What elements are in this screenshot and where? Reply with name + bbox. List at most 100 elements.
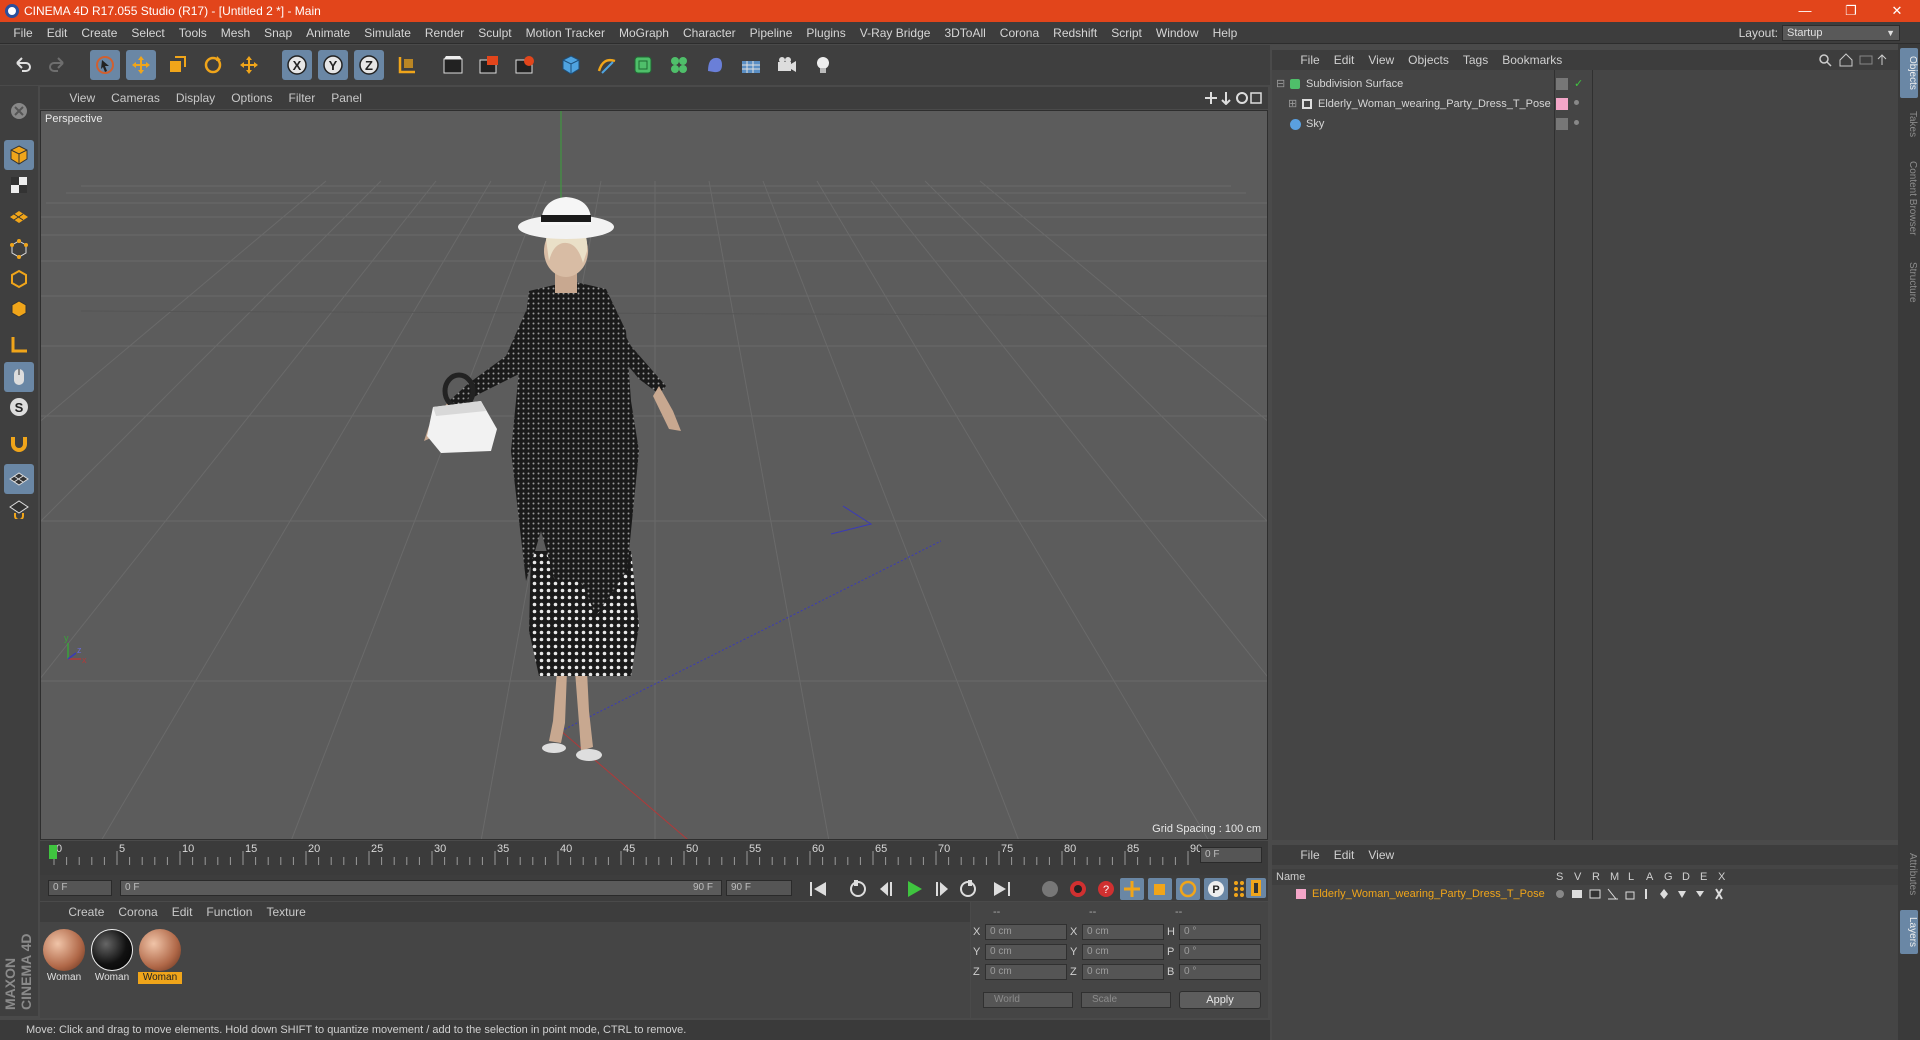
rotate-tool-button[interactable] [198, 50, 228, 80]
menu-redshift[interactable]: Redshift [1046, 22, 1104, 44]
menu-tools[interactable]: Tools [172, 22, 214, 44]
layer-tag-icon[interactable] [1556, 78, 1568, 90]
tab-takes[interactable]: Takes [1900, 104, 1918, 144]
render-picture-viewer-button[interactable] [474, 50, 504, 80]
snap-button[interactable] [4, 464, 34, 494]
coordinate-mode-dropdown[interactable]: World [983, 992, 1073, 1008]
recent-tool-button[interactable] [234, 50, 264, 80]
timeline-toggle-button[interactable] [1246, 878, 1266, 898]
viewport-menu-display[interactable]: Display [168, 87, 223, 109]
menu-motion-tracker[interactable]: Motion Tracker [519, 22, 612, 44]
menu-window[interactable]: Window [1149, 22, 1206, 44]
floor-button[interactable] [736, 50, 766, 80]
y-axis-lock-button[interactable]: Y [318, 50, 348, 80]
pos-z-field[interactable]: 0 cm [985, 964, 1067, 980]
camera-button[interactable] [772, 50, 802, 80]
material-menu-create[interactable]: Create [61, 902, 111, 922]
pen-spline-button[interactable] [592, 50, 622, 80]
size-x-field[interactable]: 0 cm [1082, 924, 1164, 940]
playback-controls[interactable] [808, 878, 1028, 900]
pos-y-field[interactable]: 0 cm [985, 944, 1067, 960]
layer-color-swatch[interactable] [1556, 98, 1568, 110]
column-v[interactable]: V [1574, 869, 1581, 885]
menu-plugins[interactable]: Plugins [799, 22, 852, 44]
layer-menu-view[interactable]: View [1361, 845, 1401, 865]
menu-simulate[interactable]: Simulate [357, 22, 418, 44]
menu-corona[interactable]: Corona [993, 22, 1046, 44]
viewport-menu-view[interactable]: View [61, 87, 103, 109]
object-row-sky[interactable]: Sky [1272, 114, 1898, 134]
column-e[interactable]: E [1700, 869, 1707, 885]
minimize-button[interactable]: — [1782, 0, 1828, 22]
axis-mode-button[interactable] [4, 330, 34, 360]
column-r[interactable]: R [1592, 869, 1600, 885]
objects-menu-tags[interactable]: Tags [1456, 50, 1495, 70]
layer-menu-edit[interactable]: Edit [1327, 845, 1362, 865]
enabled-checkmark-icon[interactable]: ✓ [1574, 74, 1583, 94]
menu-sculpt[interactable]: Sculpt [471, 22, 518, 44]
column-x[interactable]: X [1718, 869, 1725, 885]
material-menu-texture[interactable]: Texture [259, 902, 312, 922]
menu-create[interactable]: Create [74, 22, 124, 44]
cloner-button[interactable] [664, 50, 694, 80]
rot-h-field[interactable]: 0 ° [1179, 924, 1261, 940]
live-selection-button[interactable] [90, 50, 120, 80]
menu-script[interactable]: Script [1104, 22, 1149, 44]
scale-tool-button[interactable] [162, 50, 192, 80]
subdivision-surface-button[interactable] [628, 50, 658, 80]
menu-pipeline[interactable]: Pipeline [743, 22, 800, 44]
column-a[interactable]: A [1646, 869, 1653, 885]
viewport-menu-panel[interactable]: Panel [323, 87, 370, 109]
tab-content-browser[interactable]: Content Browser [1900, 148, 1918, 248]
layout-dropdown[interactable]: Startup ▼ [1782, 25, 1900, 41]
magnet-button[interactable] [4, 428, 34, 458]
playhead[interactable] [49, 845, 57, 859]
viewport-menu-options[interactable]: Options [223, 87, 280, 109]
tweak-mode-button[interactable] [4, 362, 34, 392]
z-axis-lock-button[interactable]: Z [354, 50, 384, 80]
object-row-woman[interactable]: ⊞ Elderly_Woman_wearing_Party_Dress_T_Po… [1272, 94, 1898, 114]
layer-color-swatch[interactable] [1296, 889, 1306, 899]
objects-menu-bookmarks[interactable]: Bookmarks [1495, 50, 1569, 70]
polygons-mode-button[interactable] [4, 294, 34, 324]
start-frame-field[interactable]: 0 F [48, 880, 112, 896]
menu-edit[interactable]: Edit [40, 22, 75, 44]
viewport-menu-cameras[interactable]: Cameras [103, 87, 168, 109]
menu-file[interactable]: File [6, 22, 39, 44]
size-y-field[interactable]: 0 cm [1082, 944, 1164, 960]
object-row-subdivision-surface[interactable]: ⊟ Subdivision Surface ✓ [1272, 74, 1898, 94]
column-m[interactable]: M [1610, 869, 1619, 885]
keyframe-controls[interactable]: ? P [1040, 877, 1266, 901]
restore-button[interactable]: ❐ [1828, 0, 1874, 22]
material-swatch[interactable]: Woman [90, 928, 134, 986]
workplane-button[interactable] [4, 200, 34, 230]
apply-button[interactable]: Apply [1179, 991, 1261, 1009]
menu-snap[interactable]: Snap [257, 22, 299, 44]
deformer-button[interactable] [700, 50, 730, 80]
menu-mesh[interactable]: Mesh [214, 22, 257, 44]
objects-menu-edit[interactable]: Edit [1327, 50, 1362, 70]
current-frame-field[interactable]: 0 F [1200, 847, 1262, 863]
make-editable-button[interactable] [4, 96, 34, 126]
menu-mograph[interactable]: MoGraph [612, 22, 676, 44]
column-s[interactable]: S [1556, 869, 1563, 885]
objects-menu-objects[interactable]: Objects [1401, 50, 1456, 70]
menu-help[interactable]: Help [1206, 22, 1245, 44]
tab-objects[interactable]: Objects [1900, 48, 1918, 98]
size-z-field[interactable]: 0 cm [1082, 964, 1164, 980]
undo-button[interactable] [8, 50, 38, 80]
end-frame-field[interactable]: 90 F [726, 880, 792, 896]
points-mode-button[interactable] [4, 234, 34, 264]
size-mode-dropdown[interactable]: Scale [1081, 992, 1171, 1008]
layer-row[interactable]: Elderly_Woman_wearing_Party_Dress_T_Pose [1272, 885, 1898, 903]
menu-render[interactable]: Render [418, 22, 471, 44]
rot-b-field[interactable]: 0 ° [1179, 964, 1261, 980]
visibility-dot-icon[interactable] [1574, 120, 1579, 125]
model-mode-button[interactable] [4, 140, 34, 170]
viewport-nav-icons[interactable] [1204, 91, 1262, 105]
menu-animate[interactable]: Animate [299, 22, 357, 44]
visibility-dot-icon[interactable] [1574, 100, 1579, 105]
render-view-button[interactable] [438, 50, 468, 80]
x-axis-lock-button[interactable]: X [282, 50, 312, 80]
material-menu-corona[interactable]: Corona [111, 902, 164, 922]
